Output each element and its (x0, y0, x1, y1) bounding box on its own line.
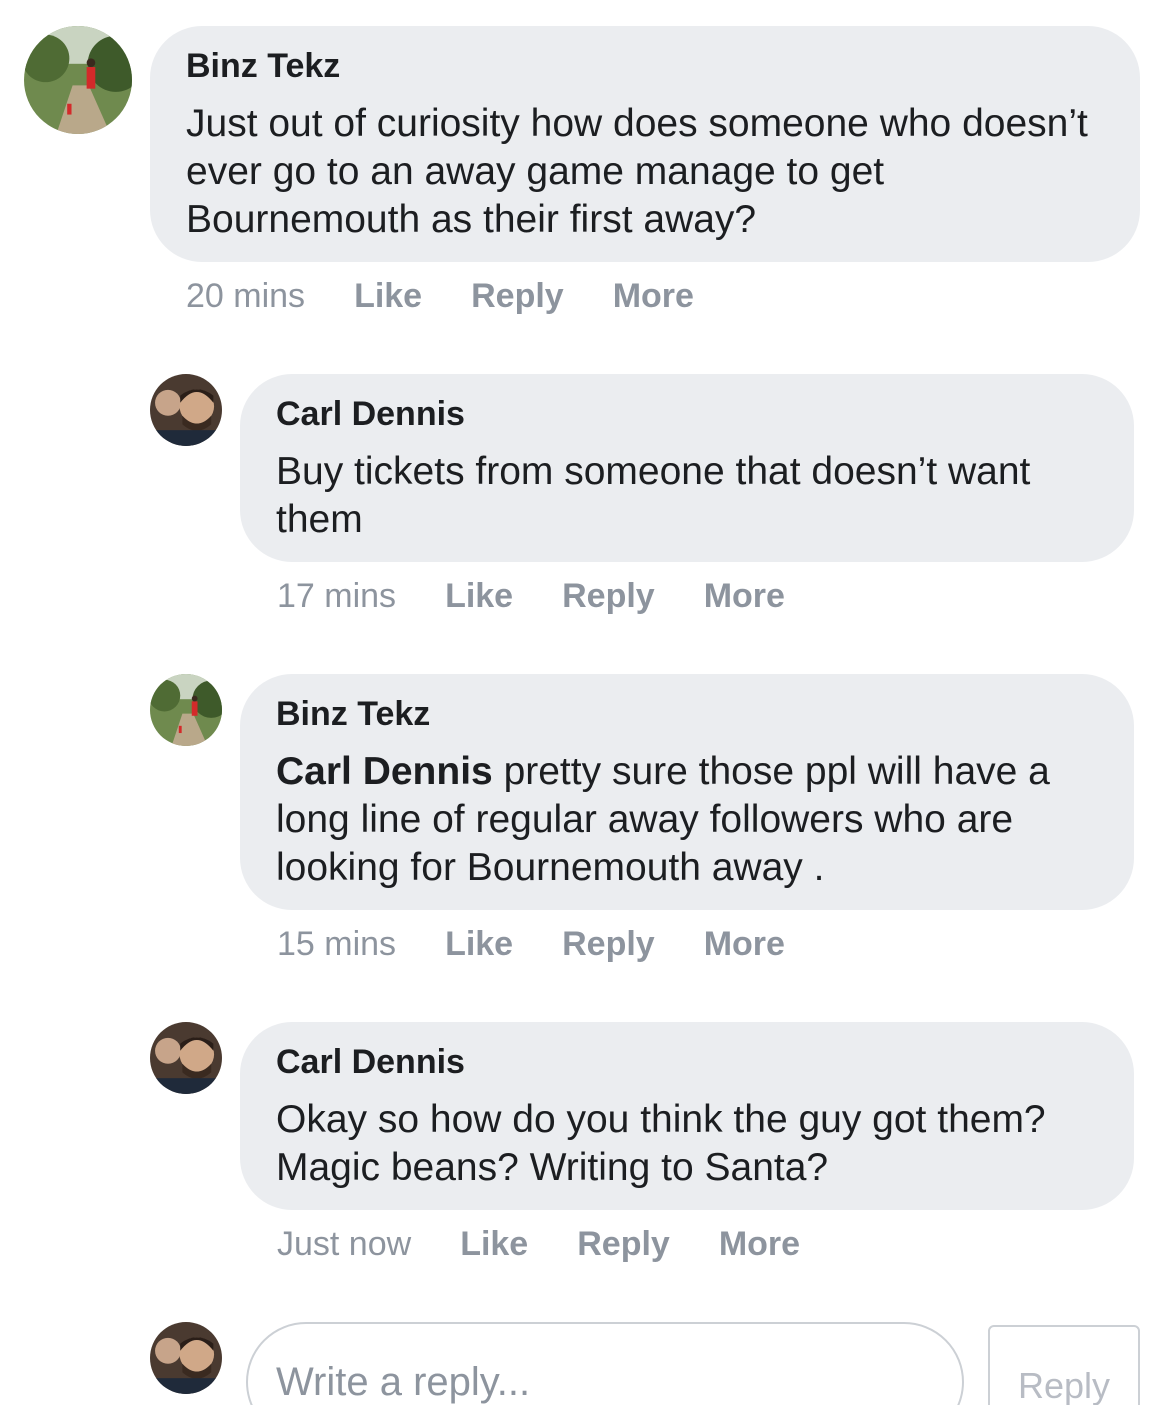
like-button[interactable]: Like (445, 576, 513, 616)
avatar-carl-dennis[interactable] (150, 374, 222, 446)
like-button[interactable]: Like (354, 276, 422, 316)
comment-timestamp[interactable]: 20 mins (186, 276, 305, 316)
more-button[interactable]: More (704, 576, 785, 616)
comment-text: Carl Dennis pretty sure those ppl will h… (276, 748, 1098, 892)
like-button[interactable]: Like (460, 1224, 528, 1264)
submit-reply-button[interactable]: Reply (988, 1325, 1140, 1405)
comment-actions: 20 mins Like Reply More (186, 276, 694, 316)
comment-author[interactable]: Carl Dennis (276, 394, 1098, 434)
man-portrait-photo-icon (150, 1022, 222, 1094)
reply-button[interactable]: Reply (562, 924, 655, 964)
avatar-binz-tekz[interactable] (24, 26, 132, 134)
avatar-current-user (150, 1322, 222, 1394)
outdoor-path-photo-icon (150, 674, 222, 746)
comment-author[interactable]: Binz Tekz (276, 694, 1098, 734)
man-portrait-photo-icon (150, 1322, 222, 1394)
comment-timestamp[interactable]: 17 mins (277, 576, 396, 616)
comment-text: Okay so how do you think the guy got the… (276, 1098, 1046, 1189)
more-button[interactable]: More (719, 1224, 800, 1264)
comment-text: Buy tickets from someone that doesn’t wa… (276, 450, 1031, 541)
reply-input[interactable]: Write a reply... (246, 1322, 964, 1405)
like-button[interactable]: Like (445, 924, 513, 964)
comment-author[interactable]: Carl Dennis (276, 1042, 1098, 1082)
reply-button[interactable]: Reply (562, 576, 655, 616)
comment-bubble: Carl Dennis Buy tickets from someone tha… (240, 374, 1134, 562)
comment-actions: 15 mins Like Reply More (277, 924, 785, 964)
reply-button[interactable]: Reply (471, 276, 564, 316)
comment-bubble: Carl Dennis Okay so how do you think the… (240, 1022, 1134, 1210)
reply-button[interactable]: Reply (577, 1224, 670, 1264)
comment-actions: 17 mins Like Reply More (277, 576, 785, 616)
comment-bubble: Binz Tekz Carl Dennis pretty sure those … (240, 674, 1134, 910)
comment-text: Just out of curiosity how does someone w… (186, 102, 1088, 241)
outdoor-path-photo-icon (24, 26, 132, 134)
comment-timestamp[interactable]: 15 mins (277, 924, 396, 964)
comment-timestamp[interactable]: Just now (277, 1224, 411, 1264)
more-button[interactable]: More (613, 276, 694, 316)
comment-author[interactable]: Binz Tekz (186, 46, 1104, 86)
comment-bubble: Binz Tekz Just out of curiosity how does… (150, 26, 1140, 262)
avatar-carl-dennis[interactable] (150, 1022, 222, 1094)
comment-actions: Just now Like Reply More (277, 1224, 800, 1264)
mention-link[interactable]: Carl Dennis (276, 750, 493, 793)
man-portrait-photo-icon (150, 374, 222, 446)
more-button[interactable]: More (704, 924, 785, 964)
avatar-binz-tekz[interactable] (150, 674, 222, 746)
